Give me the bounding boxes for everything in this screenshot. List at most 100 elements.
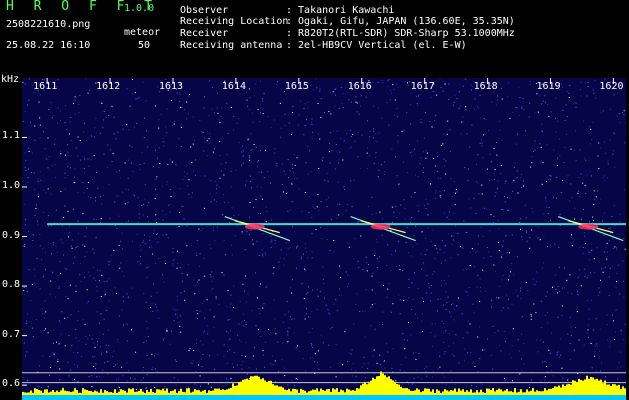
noise-pixel [140, 256, 141, 258]
noise-pixel [305, 162, 307, 164]
power-bar [74, 388, 76, 395]
noise-pixel [326, 206, 328, 208]
noise-pixel [250, 133, 252, 135]
noise-pixel [172, 251, 174, 253]
noise-pixel [557, 292, 558, 294]
power-bar [200, 391, 202, 395]
noise-pixel [274, 328, 276, 329]
noise-pixel [454, 383, 456, 385]
noise-pixel [87, 158, 89, 160]
noise-pixel [142, 241, 144, 243]
noise-pixel [75, 285, 77, 287]
noise-pixel [471, 89, 472, 91]
noise-pixel [266, 285, 268, 287]
noise-pixel [463, 220, 465, 222]
noise-pixel [450, 316, 452, 318]
noise-pixel [616, 115, 618, 117]
noise-pixel [491, 101, 493, 103]
noise-pixel [582, 182, 584, 184]
noise-pixel [393, 88, 395, 90]
noise-pixel [27, 313, 28, 315]
noise-pixel [510, 209, 512, 211]
noise-pixel [228, 332, 230, 334]
noise-pixel [26, 351, 28, 353]
noise-pixel [318, 368, 320, 370]
noise-pixel [494, 191, 496, 193]
noise-pixel [506, 294, 508, 296]
noise-pixel [250, 149, 252, 151]
noise-pixel [542, 100, 544, 102]
noise-pixel [553, 149, 555, 151]
noise-pixel [382, 285, 384, 286]
noise-pixel [517, 133, 519, 135]
noise-pixel [507, 307, 509, 309]
noise-pixel [260, 186, 262, 188]
power-bar [274, 385, 276, 395]
noise-pixel [203, 332, 205, 334]
noise-pixel [274, 239, 276, 241]
noise-pixel [516, 256, 518, 258]
noise-pixel [84, 122, 85, 124]
noise-pixel [252, 239, 253, 241]
noise-pixel [210, 201, 212, 203]
noise-pixel [82, 244, 84, 246]
noise-pixel [89, 275, 91, 277]
noise-pixel [416, 102, 418, 104]
noise-pixel [433, 158, 435, 159]
noise-pixel [404, 218, 406, 220]
power-bar [244, 379, 246, 395]
noise-pixel [241, 164, 243, 166]
noise-pixel [252, 243, 254, 245]
noise-pixel [498, 137, 500, 139]
noise-pixel [112, 355, 114, 357]
power-bar [286, 390, 288, 395]
noise-pixel [361, 134, 363, 136]
noise-pixel [339, 288, 341, 290]
noise-pixel [430, 332, 432, 334]
power-bar [44, 389, 46, 395]
noise-pixel [157, 157, 159, 159]
noise-pixel [498, 249, 500, 251]
noise-pixel [148, 236, 150, 238]
noise-pixel [202, 228, 204, 230]
noise-pixel [575, 160, 577, 162]
noise-pixel [144, 234, 145, 236]
noise-pixel [398, 241, 399, 243]
noise-pixel [477, 371, 479, 372]
noise-pixel [43, 211, 45, 213]
power-bar [570, 384, 572, 395]
noise-pixel [139, 388, 140, 390]
noise-pixel [212, 151, 214, 153]
noise-pixel [183, 218, 185, 220]
power-bar [230, 387, 232, 395]
noise-pixel [84, 276, 86, 278]
noise-pixel [580, 285, 582, 287]
noise-pixel [472, 303, 474, 305]
noise-pixel [547, 213, 549, 214]
noise-pixel [75, 337, 77, 339]
noise-pixel [375, 152, 377, 153]
noise-pixel [482, 157, 484, 159]
noise-pixel [124, 203, 126, 205]
noise-pixel [172, 125, 174, 126]
power-bar [350, 390, 352, 395]
noise-pixel [276, 83, 278, 85]
power-bar [592, 377, 594, 395]
power-bar [312, 389, 314, 395]
noise-pixel [329, 314, 331, 316]
noise-pixel [175, 313, 177, 315]
power-bar [308, 391, 310, 395]
noise-pixel [560, 192, 562, 193]
noise-pixel [245, 275, 247, 277]
noise-pixel [343, 186, 345, 188]
noise-pixel [36, 204, 37, 206]
noise-pixel [393, 211, 395, 213]
x-tick-label: 1619 [536, 81, 561, 92]
noise-pixel [482, 236, 484, 237]
power-bar [54, 392, 56, 395]
power-bar [64, 390, 66, 395]
noise-pixel [35, 319, 37, 320]
mode-label: meteor [124, 27, 161, 38]
noise-pixel [402, 269, 404, 271]
noise-pixel [614, 339, 616, 340]
